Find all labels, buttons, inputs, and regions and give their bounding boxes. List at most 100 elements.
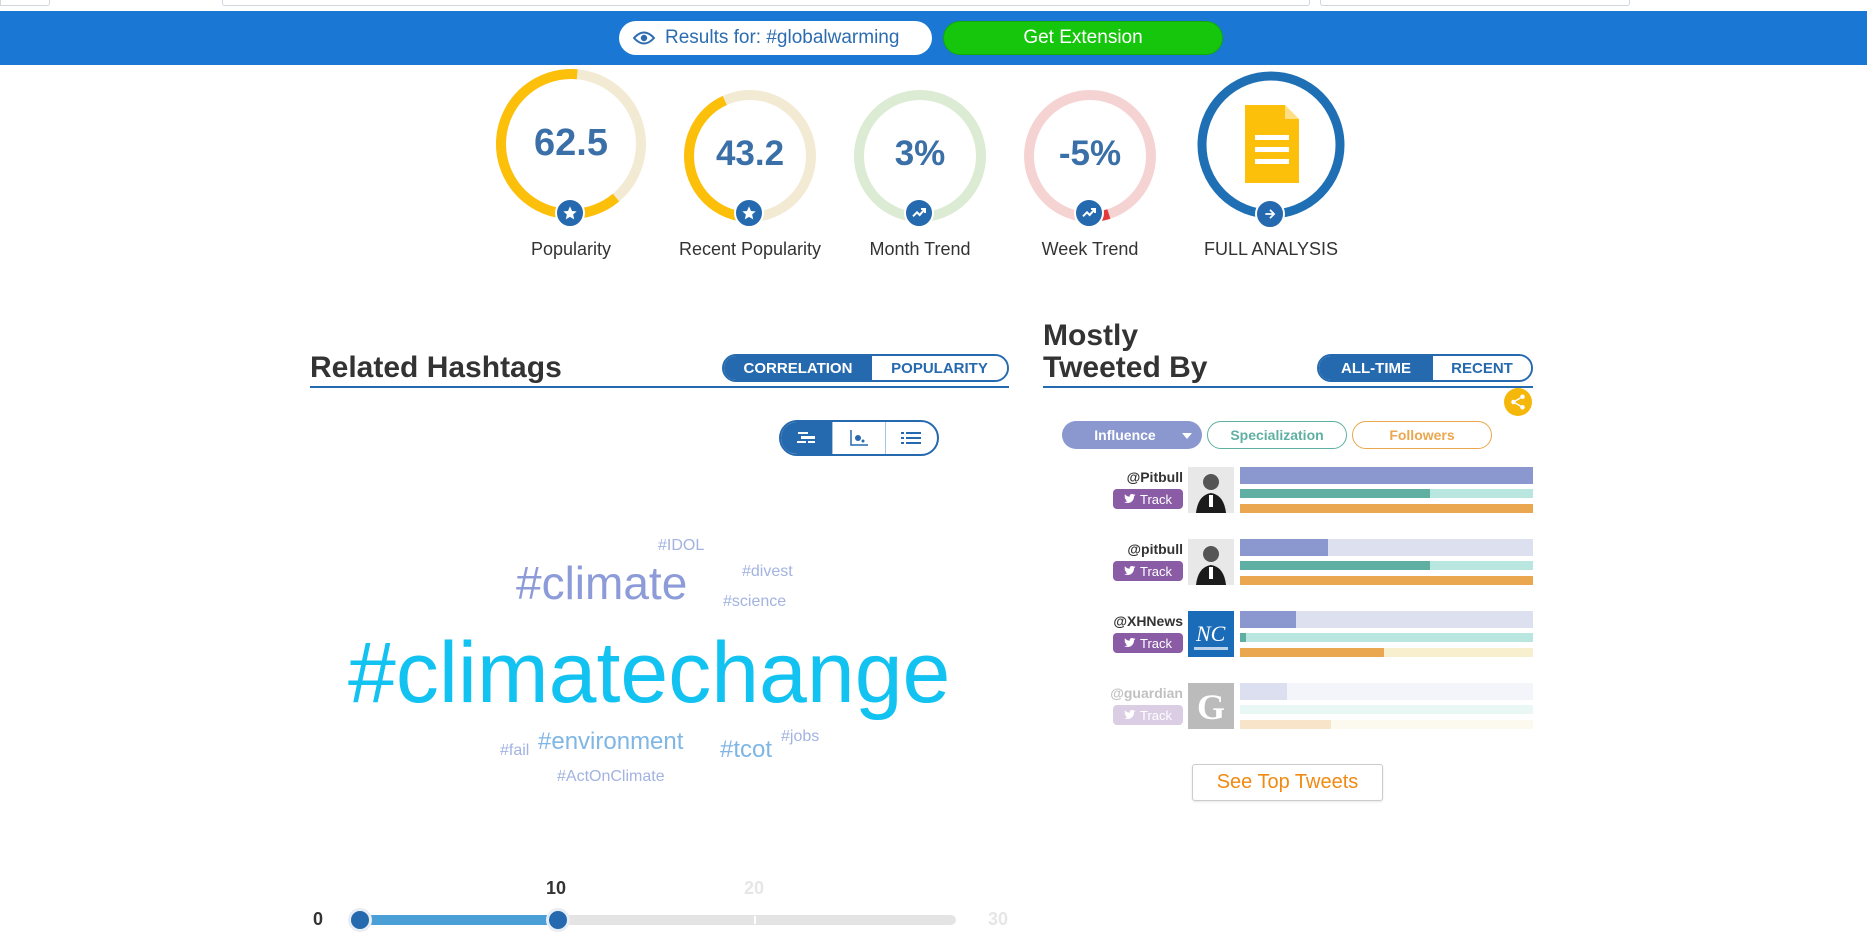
track-button[interactable]: Track: [1113, 561, 1183, 581]
week-trend-value: -5%: [1058, 134, 1122, 173]
title-line-2: Tweeted By: [1043, 351, 1208, 384]
browser-address-field[interactable]: [222, 0, 1310, 6]
popularity-gauge: 62.5 Popularity: [494, 67, 648, 259]
tab-popularity[interactable]: POPULARITY: [872, 356, 1007, 380]
slider-min-handle[interactable]: [348, 908, 372, 932]
followers-bar: [1240, 648, 1533, 657]
week-trend-badge: [1074, 198, 1104, 228]
recent-popularity-badge: [734, 198, 764, 228]
results-label: Results for: #globalwarming: [665, 27, 900, 48]
twitter-icon: [1123, 566, 1136, 576]
hashtag-word[interactable]: #tcot: [720, 738, 772, 762]
cloud-icon: [796, 432, 815, 443]
trend-up-icon: [912, 208, 926, 218]
slider-min-label: 0: [313, 909, 324, 929]
tweeter-row: @guardian Track G: [1100, 683, 1533, 737]
followers-bar: [1240, 576, 1533, 585]
twitter-icon: [1123, 638, 1136, 648]
influence-label: Influence: [1094, 427, 1156, 443]
avatar[interactable]: [1188, 539, 1234, 585]
hashtag-word[interactable]: #divest: [742, 564, 793, 580]
chevron-down-icon: [1182, 433, 1192, 439]
week-trend-gauge: -5% Week Trend: [1023, 89, 1157, 259]
list-icon: [901, 432, 922, 444]
tweeter-handle[interactable]: @Pitbull: [1127, 469, 1183, 485]
share-button[interactable]: [1504, 388, 1532, 416]
specialization-bar: [1240, 705, 1533, 714]
tweeter-handle[interactable]: @pitbull: [1127, 541, 1183, 557]
specialization-bar: [1240, 489, 1533, 498]
mostly-tweeted-by-title: Mostly Tweeted By: [1043, 320, 1208, 384]
see-top-tweets-button[interactable]: See Top Tweets: [1192, 764, 1383, 801]
eye-icon: [633, 31, 655, 45]
influence-bar: [1240, 467, 1533, 484]
influence-dropdown[interactable]: Influence: [1062, 421, 1202, 449]
tweeted-range-toggle[interactable]: ALL-TIME RECENT: [1317, 354, 1533, 382]
hashtag-word[interactable]: #IDOL: [658, 538, 704, 554]
track-label: Track: [1139, 563, 1173, 579]
month-trend-gauge: 3% Month Trend: [853, 89, 987, 259]
tweeter-handle[interactable]: @XHNews: [1113, 613, 1183, 629]
hashtag-word[interactable]: #fail: [500, 743, 529, 759]
tab-correlation[interactable]: CORRELATION: [724, 356, 872, 380]
tab-recent[interactable]: RECENT: [1433, 356, 1531, 380]
hashtag-word[interactable]: #ActOnClimate: [557, 769, 665, 785]
star-icon: [563, 206, 577, 220]
popularity-badge: [555, 198, 585, 228]
browser-top-strip: [0, 0, 1867, 11]
cloud-view-button[interactable]: [781, 422, 834, 454]
followers-bar: [1240, 504, 1533, 513]
hashtag-word[interactable]: #climatechange: [348, 630, 950, 716]
scatter-icon: [850, 430, 868, 446]
arrow-right-icon: [1265, 209, 1276, 219]
month-trend-value: 3%: [894, 134, 946, 173]
browser-field: [0, 0, 50, 6]
specialization-bar: [1240, 561, 1533, 570]
full-analysis-label[interactable]: FULL ANALYSIS: [1135, 239, 1407, 260]
avatar[interactable]: G: [1188, 683, 1234, 729]
slider-mid-label: 20: [744, 878, 765, 898]
browser-search-field[interactable]: [1320, 0, 1630, 6]
avatar[interactable]: [1188, 467, 1234, 513]
slider-max-label: 30: [988, 909, 1009, 929]
view-mode-toggle[interactable]: [779, 420, 939, 456]
slider-mid-tick: [754, 916, 756, 924]
influence-bar: [1240, 539, 1533, 556]
tweeter-row: @Pitbull Track: [1100, 467, 1533, 521]
full-analysis-gauge[interactable]: FULL ANALYSIS: [1195, 69, 1347, 259]
list-view-button[interactable]: [886, 422, 937, 454]
related-sort-toggle[interactable]: CORRELATION POPULARITY: [722, 354, 1009, 382]
full-analysis-badge[interactable]: [1255, 199, 1285, 229]
track-button[interactable]: Track: [1113, 705, 1183, 725]
get-extension-button[interactable]: Get Extension: [943, 21, 1223, 55]
trend-up-icon: [1082, 208, 1096, 218]
followers-bar: [1240, 720, 1533, 729]
hashtag-word[interactable]: #jobs: [781, 729, 819, 745]
popularity-value: 62.5: [534, 122, 608, 164]
recent-popularity-value: 43.2: [715, 134, 785, 173]
followers-button[interactable]: Followers: [1352, 421, 1492, 449]
title-line-1: Mostly: [1043, 319, 1139, 352]
track-button[interactable]: Track: [1113, 489, 1183, 509]
twitter-icon: [1123, 494, 1136, 504]
hashtag-word[interactable]: #environment: [538, 730, 683, 754]
tweeter-row: @pitbull Track: [1100, 539, 1533, 593]
svg-text:NC: NC: [1195, 621, 1226, 646]
tweeter-handle[interactable]: @guardian: [1110, 685, 1183, 701]
avatar[interactable]: NC: [1188, 611, 1234, 657]
hashtag-word[interactable]: #science: [723, 594, 786, 610]
specialization-button[interactable]: Specialization: [1207, 421, 1347, 449]
influence-bar: [1240, 611, 1533, 628]
slider-fill: [360, 915, 558, 925]
scatter-view-button[interactable]: [833, 422, 886, 454]
recent-popularity-gauge: 43.2 Recent Popularity: [679, 89, 821, 259]
slider-value-handle[interactable]: [546, 908, 570, 932]
related-underline: [310, 386, 1009, 388]
track-button[interactable]: Track: [1113, 633, 1183, 653]
tab-all-time[interactable]: ALL-TIME: [1319, 356, 1433, 380]
track-label: Track: [1139, 491, 1173, 507]
hashtag-word[interactable]: #climate: [516, 560, 687, 606]
month-trend-badge: [904, 198, 934, 228]
results-for-pill[interactable]: Results for: #globalwarming: [619, 21, 932, 55]
header-bar: Results for: #globalwarming Get Extensio…: [0, 11, 1867, 65]
